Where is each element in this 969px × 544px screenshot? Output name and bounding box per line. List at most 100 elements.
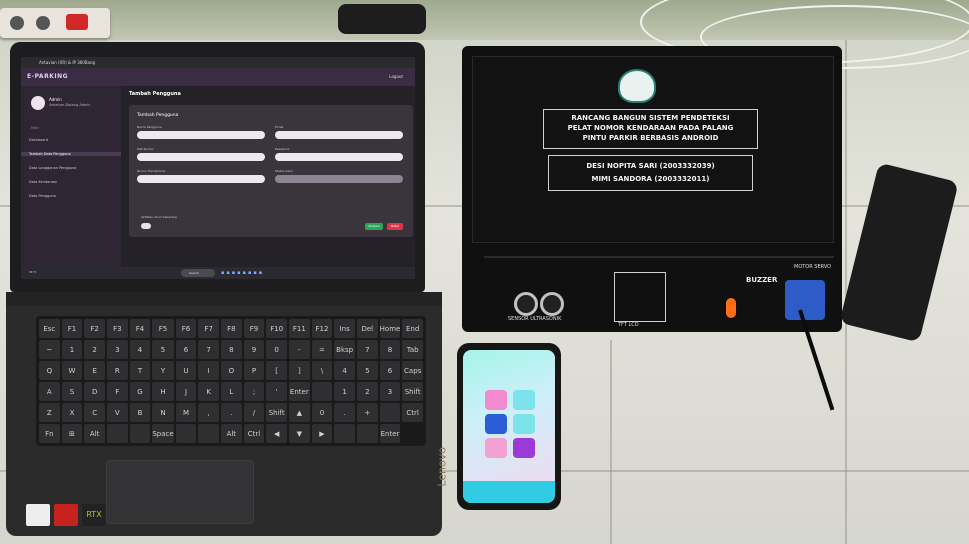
save-button[interactable]: Simpan: [365, 223, 383, 230]
keyboard-key[interactable]: 8: [379, 340, 401, 359]
keyboard-key[interactable]: Enter: [379, 424, 401, 443]
keyboard-key[interactable]: 8: [221, 340, 242, 359]
keyboard-key[interactable]: Fn: [39, 424, 60, 443]
keyboard-key[interactable]: 7: [198, 340, 219, 359]
status-field[interactable]: [275, 175, 403, 183]
keyboard-key[interactable]: F10: [266, 319, 287, 338]
app-tile[interactable]: [513, 438, 535, 458]
keyboard-key[interactable]: ⊞: [61, 424, 83, 443]
keyboard-key[interactable]: X: [61, 403, 83, 422]
keyboard-key[interactable]: F12: [311, 319, 333, 338]
keyboard-key[interactable]: O: [221, 361, 242, 380]
keyboard-key[interactable]: [379, 403, 401, 422]
keyboard-key[interactable]: Alt: [221, 424, 242, 443]
keyboard-key[interactable]: 0: [311, 403, 333, 422]
keyboard-key[interactable]: Bksp: [334, 340, 355, 359]
password-field[interactable]: [275, 153, 403, 161]
keyboard-key[interactable]: .: [334, 403, 355, 422]
keyboard-key[interactable]: I: [198, 361, 219, 380]
keyboard-key[interactable]: 6: [175, 340, 197, 359]
keyboard-key[interactable]: D: [84, 382, 105, 401]
nama-field[interactable]: [137, 131, 265, 139]
keyboard-key[interactable]: [175, 424, 197, 443]
sidebar-item-dashboard[interactable]: Dashboard: [29, 138, 48, 142]
app-logo[interactable]: E-PARKING: [27, 73, 68, 80]
keyboard-key[interactable]: 6: [379, 361, 401, 380]
keyboard-key[interactable]: Ctrl: [243, 424, 265, 443]
keyboard-key[interactable]: [356, 424, 378, 443]
keyboard[interactable]: Esc F1 F2 F3 F4 F5 F6 F7 F8 F9 F10 F11 F12 Ins Del Home…: [36, 316, 426, 446]
keyboard-key[interactable]: Y: [152, 361, 174, 380]
keyboard-key[interactable]: Z: [39, 403, 60, 422]
keyboard-key[interactable]: [: [266, 361, 287, 380]
keyboard-key[interactable]: ▼: [288, 424, 310, 443]
keyboard-key[interactable]: F9: [243, 319, 265, 338]
keyboard-key[interactable]: 4: [334, 361, 355, 380]
taskbar-search[interactable]: Search: [181, 269, 215, 277]
keyboard-key[interactable]: 3: [379, 382, 401, 401]
sidebar-item-kendaraan[interactable]: Data Kendaraan: [29, 180, 57, 184]
app-tile[interactable]: [485, 438, 507, 458]
app-tile[interactable]: [513, 390, 535, 410]
keyboard-key[interactable]: S: [61, 382, 83, 401]
keyboard-key[interactable]: Ctrl: [402, 403, 423, 422]
keyboard-key[interactable]: ,: [198, 403, 219, 422]
keyboard-key[interactable]: Home: [379, 319, 401, 338]
keyboard-key[interactable]: ': [266, 382, 287, 401]
keyboard-key[interactable]: P: [243, 361, 265, 380]
keyboard-key[interactable]: C: [84, 403, 105, 422]
keyboard-key[interactable]: 4: [129, 340, 151, 359]
keyboard-key[interactable]: Enter: [288, 382, 310, 401]
keyboard-key[interactable]: 5: [152, 340, 174, 359]
app-tile[interactable]: [513, 414, 535, 434]
keyboard-key[interactable]: 2: [84, 340, 105, 359]
keyboard-key[interactable]: Ins: [334, 319, 355, 338]
keyboard-key[interactable]: ▲: [288, 403, 310, 422]
keyboard-key[interactable]: Q: [39, 361, 60, 380]
app-tile[interactable]: [485, 414, 507, 434]
keyboard-key[interactable]: 2: [356, 382, 378, 401]
phone-field[interactable]: [137, 175, 265, 183]
keyboard-key[interactable]: F1: [61, 319, 83, 338]
keyboard-key[interactable]: K: [198, 382, 219, 401]
keyboard-key[interactable]: [129, 424, 151, 443]
keyboard-key[interactable]: [198, 424, 219, 443]
keyboard-key[interactable]: ◀: [266, 424, 287, 443]
keyboard-key[interactable]: Caps: [402, 361, 423, 380]
keyboard-key[interactable]: Esc: [39, 319, 60, 338]
keyboard-key[interactable]: Alt: [84, 424, 105, 443]
keyboard-key[interactable]: F3: [106, 319, 128, 338]
keyboard-key[interactable]: 9: [243, 340, 265, 359]
keyboard-key[interactable]: J: [175, 382, 197, 401]
keyboard-key[interactable]: T: [129, 361, 151, 380]
phone-bottom-nav[interactable]: [463, 481, 555, 503]
keyboard-key[interactable]: -: [288, 340, 310, 359]
keyboard-key[interactable]: M: [175, 403, 197, 422]
keyboard-key[interactable]: +: [356, 403, 378, 422]
keyboard-key[interactable]: ]: [288, 361, 310, 380]
sidebar-item-tambah-data[interactable]: Tambah Data Pengguna: [21, 152, 121, 156]
keyboard-key[interactable]: F5: [152, 319, 174, 338]
keyboard-key[interactable]: 5: [356, 361, 378, 380]
keyboard-key[interactable]: H: [152, 382, 174, 401]
keyboard-key[interactable]: F6: [175, 319, 197, 338]
keyboard-key[interactable]: E: [84, 361, 105, 380]
email-field[interactable]: [275, 131, 403, 139]
keyboard-key[interactable]: ~: [39, 340, 60, 359]
activate-toggle[interactable]: [141, 223, 151, 229]
keyboard-key[interactable]: L: [221, 382, 242, 401]
taskbar-app-icons[interactable]: ▪▪▪▪▪▪▪▪: [221, 270, 264, 276]
keyboard-key[interactable]: F8: [221, 319, 242, 338]
sidebar-item-pengguna[interactable]: Data Pengguna: [29, 194, 56, 198]
keyboard-key[interactable]: G: [129, 382, 151, 401]
keyboard-key[interactable]: 3: [106, 340, 128, 359]
keyboard-key[interactable]: B: [129, 403, 151, 422]
keyboard-key[interactable]: W: [61, 361, 83, 380]
keyboard-key[interactable]: /: [243, 403, 265, 422]
plat-field[interactable]: [137, 153, 265, 161]
keyboard-key[interactable]: F: [106, 382, 128, 401]
cancel-button[interactable]: Batal: [387, 223, 403, 230]
logout-button[interactable]: Logout: [389, 74, 403, 79]
keyboard-key[interactable]: F11: [288, 319, 310, 338]
weather-widget[interactable]: 31°C: [29, 270, 36, 274]
